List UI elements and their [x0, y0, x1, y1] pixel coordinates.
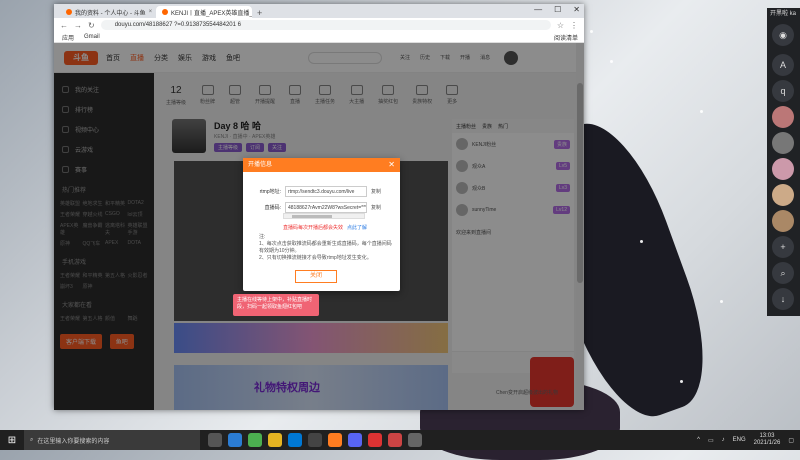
clock-time: 13:03	[759, 433, 775, 439]
close-window-button[interactable]: ✕	[573, 5, 580, 14]
window-controls: — ☐ ✕	[534, 5, 580, 14]
bookmark-apps[interactable]: 应用	[62, 33, 74, 42]
forward-arrow-icon[interactable]: →	[74, 21, 82, 30]
snowflake	[640, 240, 643, 243]
douyu-favicon-icon	[66, 9, 72, 15]
app-icon[interactable]	[308, 433, 322, 447]
tab-profile[interactable]: 我的资料 - 个人中心 - 斗鱼 ×	[60, 6, 156, 18]
dialog-close-button[interactable]: 关闭	[295, 270, 337, 283]
rtmp-row: rtmp地址: rtmp://sendtc3.douyu.com/live 复制	[249, 186, 381, 197]
key-field-scrollbar[interactable]	[283, 213, 365, 219]
address-bar-row: ← → ↻ douyu.com/48188627 ?=0.91387355448…	[54, 18, 584, 32]
snowflake	[700, 110, 703, 113]
key-field[interactable]: 48188627rAvm22W8?wsSecret=******	[285, 202, 367, 213]
mail-icon[interactable]	[288, 433, 302, 447]
app-icon[interactable]	[368, 433, 382, 447]
search-icon[interactable]: ⌕	[772, 262, 794, 284]
maximize-button[interactable]: ☐	[554, 5, 561, 14]
file-explorer-icon[interactable]	[268, 433, 282, 447]
note-line: 1、每次点击获取推流码都会重新生成直播码，每个直播间码有效期为10分钟。	[259, 241, 392, 254]
dialog-title: 开播信息	[248, 162, 273, 168]
tab-label: KENJI丨直播_APEX英雄直播_斗...	[171, 10, 252, 17]
scrollbar-thumb[interactable]	[292, 215, 332, 218]
obs-app-icon[interactable]	[408, 433, 422, 447]
taskbar-search[interactable]: ⌕ 在这里输入你要搜索的内容	[24, 430, 200, 450]
copy-key-button[interactable]: 复制	[371, 204, 381, 211]
server-avatar-icon[interactable]	[772, 184, 794, 206]
server-icon[interactable]: q	[772, 80, 794, 102]
dialog-close-icon[interactable]: ✕	[388, 158, 395, 172]
red-packet-tooltip[interactable]: 主播在线等待上架中，补贴直播时段，扫码一起领取鱼翅红包吧	[233, 294, 319, 316]
server-icon[interactable]: A	[772, 54, 794, 76]
network-icon[interactable]: ▭	[708, 437, 714, 444]
dialog-notes: 注: 1、每次点击获取推流码都会重新生成直播码，每个直播间码有效期为10分钟。 …	[259, 234, 393, 262]
discord-app-icon[interactable]	[348, 433, 362, 447]
rtmp-label: rtmp地址:	[259, 189, 281, 195]
notification-icon[interactable]: ▢	[788, 437, 794, 444]
learn-more-link[interactable]: 点此了解	[347, 225, 367, 231]
taskbar-apps	[208, 433, 422, 447]
snowflake	[680, 380, 683, 383]
snowflake	[720, 300, 723, 303]
server-avatar-icon[interactable]	[772, 210, 794, 232]
download-icon[interactable]: ↓	[772, 288, 794, 310]
discord-sidebar: ◉ A q + ⌕ ↓	[767, 20, 800, 316]
volume-icon[interactable]: ♪	[722, 437, 725, 443]
server-avatar-icon[interactable]	[772, 158, 794, 180]
taskbar: ⊞ ⌕ 在这里输入你要搜索的内容 ^ ▭ ♪ ENG 13:03 2021/1/…	[0, 430, 800, 450]
snowflake	[590, 30, 593, 33]
new-tab-button[interactable]: +	[252, 8, 267, 18]
tab-live[interactable]: KENJI丨直播_APEX英雄直播_斗... ×	[156, 6, 252, 18]
menu-dots-icon[interactable]: ⋮	[570, 21, 578, 30]
edge-icon[interactable]	[228, 433, 242, 447]
windows-start-icon[interactable]: ⊞	[0, 435, 24, 446]
server-avatar-icon[interactable]	[772, 106, 794, 128]
snowflake	[610, 60, 613, 63]
bookmarks-bar: 应用 Gmail 阅读清单	[54, 32, 584, 43]
url-field[interactable]: douyu.com/48188627 ?=0.913873554484201 6	[100, 20, 551, 30]
add-server-icon[interactable]: +	[772, 236, 794, 258]
key-label: 直播码:	[264, 205, 281, 211]
search-placeholder: 在这里输入你要搜索的内容	[37, 438, 110, 445]
tray-chevron-icon[interactable]: ^	[697, 437, 700, 443]
bookmark-gmail[interactable]: Gmail	[84, 34, 100, 40]
dialog-header: 开播信息 ✕	[243, 158, 400, 172]
server-avatar-icon[interactable]	[772, 132, 794, 154]
tab-label: 我的资料 - 个人中心 - 斗鱼	[75, 10, 146, 17]
system-tray: ^ ▭ ♪ ENG 13:03 2021/1/26 ▢	[697, 433, 800, 447]
reload-icon[interactable]: ↻	[88, 21, 95, 30]
close-tab-icon[interactable]: ×	[149, 9, 153, 15]
copy-rtmp-button[interactable]: 复制	[371, 188, 381, 195]
key-warning: 直播码每次开播后都会失效 点此了解	[283, 224, 367, 231]
clock[interactable]: 13:03 2021/1/26	[754, 433, 781, 447]
note-line: 2、只有切换推流链接才会导致rtmp地址发生变化。	[259, 255, 372, 261]
douyu-favicon-icon	[162, 9, 168, 15]
apex-app-icon[interactable]	[388, 433, 402, 447]
minimize-button[interactable]: —	[534, 5, 542, 14]
clock-date: 2021/1/26	[753, 440, 781, 446]
language-indicator[interactable]: ENG	[733, 437, 746, 443]
tab-strip: 我的资料 - 个人中心 - 斗鱼 × KENJI丨直播_APEX英雄直播_斗..…	[54, 4, 584, 18]
back-arrow-icon[interactable]: ←	[60, 21, 68, 30]
key-row: 直播码: 48188627rAvm22W8?wsSecret=****** 复制	[249, 202, 381, 213]
chrome-icon[interactable]	[248, 433, 262, 447]
reading-list-button[interactable]: 阅读清单	[554, 33, 578, 42]
discord-home-icon[interactable]: ◉	[772, 24, 794, 46]
rtmp-field[interactable]: rtmp://sendtc3.douyu.com/live	[285, 186, 367, 197]
warning-text: 直播码每次开播后都会失效	[283, 225, 344, 231]
broadcast-info-dialog: 开播信息 ✕ rtmp地址: rtmp://sendtc3.douyu.com/…	[243, 158, 400, 291]
star-icon[interactable]: ☆	[557, 21, 564, 30]
douyu-app-icon[interactable]	[328, 433, 342, 447]
task-view-icon[interactable]	[208, 433, 222, 447]
discord-header: 开黑啦 ka	[767, 8, 800, 20]
note-title: 注:	[259, 234, 266, 240]
search-icon: ⌕	[30, 436, 34, 443]
